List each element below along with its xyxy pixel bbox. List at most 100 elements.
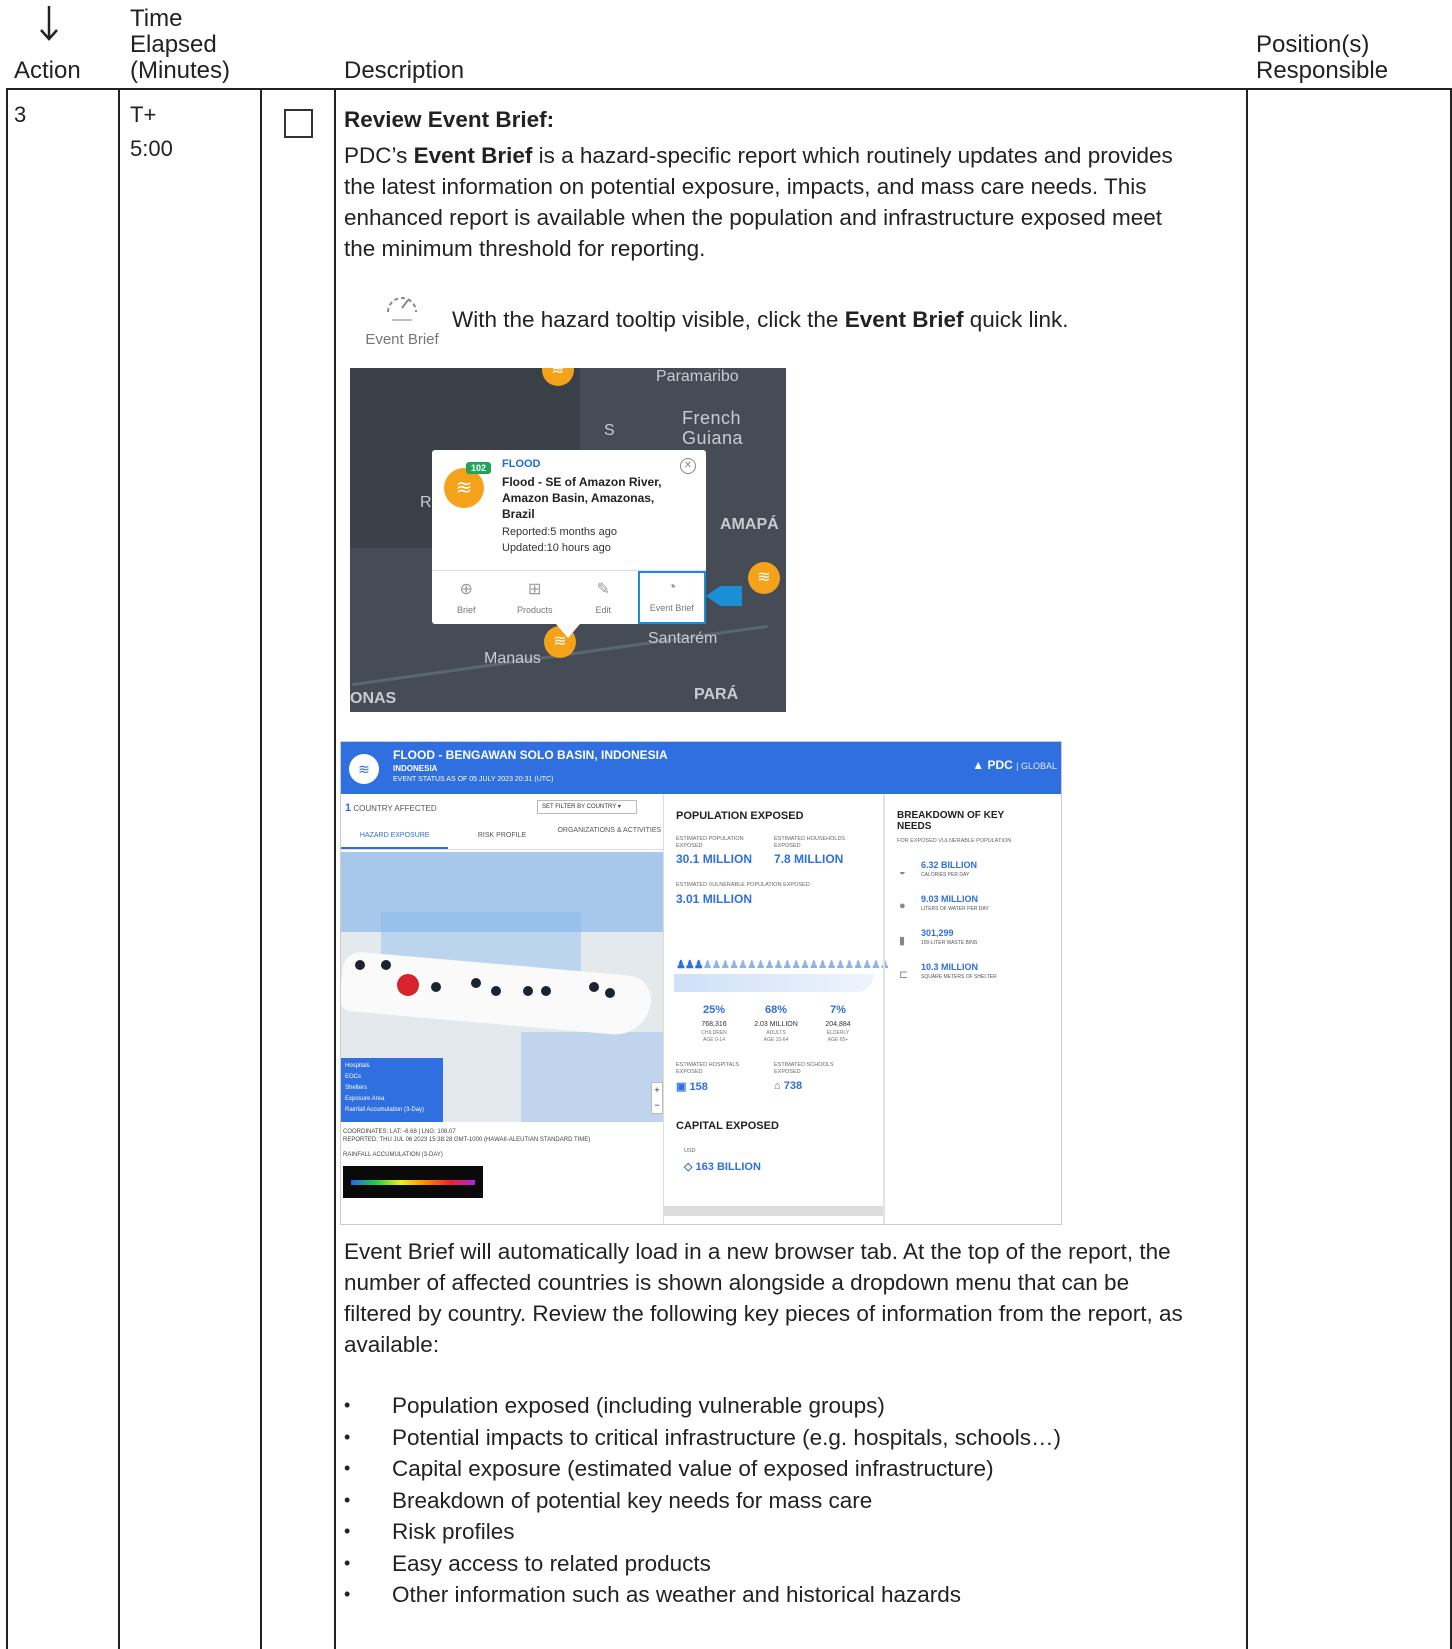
event-brief-quicklink: Event Brief [354, 286, 450, 348]
brief-icon: ⊕ [459, 581, 473, 598]
list-item: Risk profiles [344, 1516, 1061, 1548]
header-action: Action [14, 57, 81, 84]
key-needs-panel: BREAKDOWN OF KEY NEEDS FOR EXPOSED VULNE… [883, 794, 1061, 1224]
facility-marker [523, 986, 533, 996]
horizontal-scrollbar[interactable] [664, 1206, 884, 1216]
shelter-value: 10.3 MILLION [921, 962, 979, 972]
column-divider [118, 88, 120, 1649]
school-icon: ⌂ [774, 1080, 781, 1092]
map-place-onas: ONAS [350, 690, 397, 707]
header-description: Description [344, 57, 465, 84]
flood-hazard-pin[interactable]: ≋ [542, 368, 574, 386]
flood-hazard-pin[interactable]: ≋ [748, 562, 780, 594]
tab-hazard-exposure[interactable]: HAZARD EXPOSURE [341, 822, 449, 849]
schools-value: ⌂ 738 [774, 1080, 803, 1092]
adults-age: AGE 15-64 [763, 1037, 789, 1043]
completion-checkbox[interactable] [284, 109, 313, 138]
map-place-s: S [604, 422, 615, 439]
children-pct: 25% [702, 1004, 726, 1016]
tab-risk-profile[interactable]: RISK PROFILE [448, 822, 555, 849]
facility-marker [605, 988, 615, 998]
hazard-severity-badge: 102 [466, 462, 492, 474]
waste-bins-label: 100-LITER WASTE BINS [921, 940, 978, 946]
map-place-paramaribo: Paramaribo [656, 368, 739, 385]
report-country: INDONESIA [393, 764, 438, 773]
hazard-marker[interactable] [395, 972, 421, 998]
adults-pct: 68% [764, 1004, 788, 1016]
flood-icon: ≋ [349, 754, 379, 784]
action-number: 3 [14, 102, 27, 127]
list-item: Population exposed (including vulnerable… [344, 1390, 1061, 1422]
step-title: Review Event Brief: [344, 107, 555, 132]
edit-link[interactable]: ✎ Edit [569, 571, 638, 624]
age-distribution-curve [674, 974, 874, 992]
list-item: Easy access to related products [344, 1548, 1061, 1580]
adults-count: 2.03 MILLION [754, 1021, 798, 1028]
hospital-icon: ▣ [676, 1081, 687, 1093]
map-place-manaus: Manaus [484, 650, 541, 667]
list-item: Breakdown of potential key needs for mas… [344, 1485, 1061, 1517]
water-drop-icon: ● [899, 900, 906, 912]
column-divider [334, 88, 336, 1649]
capital-unit: USD [684, 1148, 696, 1154]
hospitals-value: ▣ 158 [676, 1081, 708, 1093]
list-item: Potential impacts to critical infrastruc… [344, 1422, 1061, 1454]
time-elapsed: T+ 5:00 [130, 102, 173, 161]
calories-value: 6.32 BILLION [921, 860, 978, 870]
load-description: Event Brief will automatically load in a… [344, 1239, 1183, 1357]
report-header: ≋ FLOOD - BENGAWAN SOLO BASIN, INDONESIA… [341, 742, 1061, 794]
children-age: AGE 0-14 [703, 1037, 725, 1043]
brief-link[interactable]: ⊕ Brief [432, 571, 501, 624]
pencil-icon: ✎ [596, 581, 610, 598]
needs-subheading: FOR EXPOSED VULNERABLE POPULATION [897, 838, 1012, 844]
capital-value: ◇ 163 BILLION [684, 1161, 761, 1173]
calories-label: CALORIES PER DAY [921, 872, 970, 878]
zoom-control[interactable]: + − [651, 1082, 663, 1114]
hazard-reported: Reported:5 months ago [502, 526, 617, 538]
list-item: Other information such as weather and hi… [344, 1579, 1061, 1611]
population-panel: POPULATION EXPOSED ESTIMATED POPULATION … [663, 794, 890, 1224]
report-tabs: HAZARD EXPOSURE RISK PROFILE ORGANIZATIO… [341, 822, 663, 850]
facility-marker [589, 982, 599, 992]
instruction-text: With the hazard tooltip visible, click t… [452, 307, 1069, 332]
rainfall-legend-label: RAINFALL ACCUMULATION (3-DAY) [343, 1152, 443, 1158]
est-pop-label: ESTIMATED POPULATION EXPOSED [676, 836, 744, 849]
gauge-icon [387, 297, 417, 321]
header-positions-responsible: Position(s) Responsible [1256, 31, 1389, 84]
children-label: CHILDREN [701, 1030, 727, 1036]
products-link[interactable]: ⊞ Products [501, 571, 570, 624]
map-place-guiana: Guiana [682, 428, 744, 448]
tab-organizations[interactable]: ORGANIZATIONS & ACTIVITIES [556, 822, 663, 849]
waste-bin-icon: ▮ [899, 935, 906, 947]
water-value: 9.03 MILLION [921, 894, 979, 904]
facility-marker [491, 986, 501, 996]
pdc-logo: ▲ PDC | GLOBAL [972, 758, 1057, 772]
rainfall-legend [343, 1166, 483, 1198]
map-place-santarem: Santarém [648, 630, 718, 647]
est-hh-label: ESTIMATED HOUSEHOLDS EXPOSED [774, 836, 846, 849]
chevron-down-icon: ▾ [617, 804, 621, 810]
report-title: FLOOD - BENGAWAN SOLO BASIN, INDONESIA [393, 748, 668, 762]
exposure-map[interactable]: Hospitals EOCs Shelters Exposure Area Ra… [341, 852, 663, 1122]
map-place-french: French [682, 408, 742, 428]
facility-marker [381, 960, 391, 970]
close-icon[interactable]: ✕ [680, 458, 696, 474]
elderly-count: 204,884 [825, 1021, 851, 1028]
event-brief-link[interactable]: ◔ Event Brief [637, 571, 706, 624]
hazard-title: Flood - SE of Amazon River, Amazon Basin… [502, 475, 662, 521]
hazard-tooltip: ≋ 102 ✕ FLOOD Flood - SE of Amazon River… [432, 450, 706, 624]
countries-affected: 1 COUNTRY AFFECTED [345, 802, 437, 814]
tooltip-pointer [556, 624, 580, 638]
report-status: EVENT STATUS AS OF 05 JULY 2023 20:31 (U… [393, 776, 554, 783]
population-pictogram-icon: ♟♟♟♟♟♟♟♟♟♟♟♟♟♟♟♟♟♟♟♟♟♟♟♟ [676, 959, 890, 971]
adults-label: ADULTS [766, 1030, 786, 1036]
country-filter-dropdown[interactable]: SET FILTER BY COUNTRY ▾ [537, 800, 637, 814]
event-brief-icon-label: Event Brief [365, 331, 439, 348]
list-item: Capital exposure (estimated value of exp… [344, 1453, 1061, 1485]
waste-bins-value: 301,299 [921, 928, 954, 938]
gauge-icon: ◔ [666, 579, 677, 596]
header-time-elapsed: Time Elapsed (Minutes) [130, 5, 231, 84]
map-coordinates: COORDINATES: LAT: -6.68 | LNG: 108.07 RE… [343, 1129, 591, 1143]
needs-heading: BREAKDOWN OF KEY NEEDS [897, 810, 1005, 832]
hazard-updated: Updated:10 hours ago [502, 542, 611, 554]
